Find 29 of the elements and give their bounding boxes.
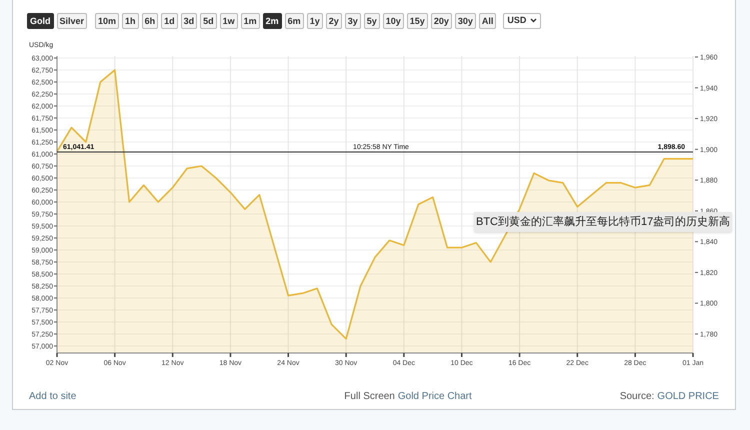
add-to-site-link[interactable]: Add to site bbox=[29, 388, 76, 404]
toolbar-button[interactable]: 1y bbox=[306, 12, 323, 28]
toolbar-button[interactable]: 10m bbox=[95, 12, 120, 28]
source-label: Source: bbox=[620, 390, 654, 404]
toolbar-button[interactable]: 3d bbox=[180, 12, 198, 28]
toolbar-button[interactable]: 1h bbox=[122, 12, 139, 28]
toolbar-button[interactable]: 3y bbox=[344, 12, 361, 28]
toolbar-button[interactable]: 6h bbox=[142, 12, 158, 28]
toolbar-button[interactable]: All bbox=[478, 12, 496, 28]
toolbar-button[interactable]: 5d bbox=[200, 12, 217, 28]
toolbar-button[interactable]: 1m bbox=[240, 12, 260, 28]
toolbar-button[interactable]: 15y bbox=[406, 12, 428, 28]
toolbar-button[interactable]: 1d bbox=[161, 12, 178, 28]
chevron-down-icon bbox=[530, 18, 538, 23]
chart-link[interactable]: Gold Price Chart bbox=[398, 388, 472, 404]
toolbar-button[interactable]: 30y bbox=[454, 12, 476, 28]
toolbar-button[interactable]: 5y bbox=[364, 12, 380, 28]
caption-overlay: BTC到黄金的汇率飙升至每比特币17盎司的历史新高 bbox=[474, 212, 732, 232]
currency-select[interactable]: USD bbox=[503, 12, 542, 28]
toolbar-button[interactable]: 1w bbox=[220, 12, 238, 28]
source-link[interactable]: GOLD PRICE bbox=[657, 388, 719, 404]
toolbar-button[interactable]: 2m bbox=[262, 12, 282, 28]
footer-text: Full Screen bbox=[344, 390, 395, 404]
toolbar-button[interactable]: 6m bbox=[284, 12, 304, 28]
toolbar-button[interactable]: 10y bbox=[382, 12, 404, 28]
toolbar-button[interactable]: Silver bbox=[56, 12, 88, 28]
toolbar-button[interactable]: 2y bbox=[326, 12, 342, 28]
toolbar-button[interactable]: Gold bbox=[27, 12, 54, 28]
toolbar-button[interactable]: 20y bbox=[430, 12, 452, 28]
